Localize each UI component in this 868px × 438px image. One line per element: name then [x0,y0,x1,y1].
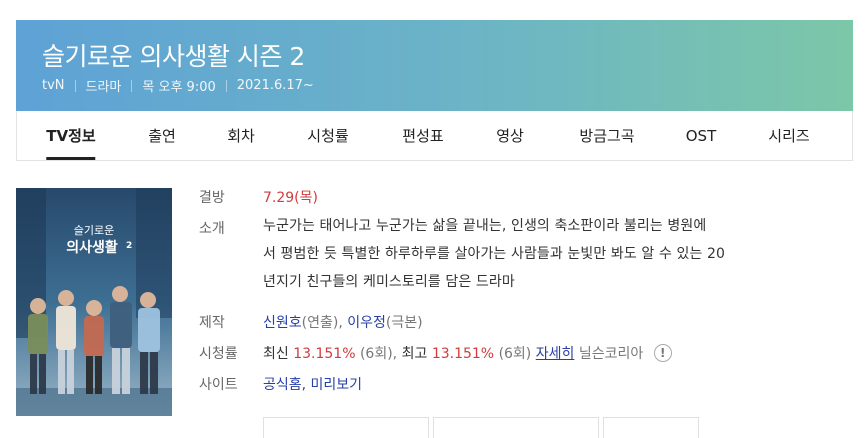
program-header: 슬기로운 의사생활 시즌 2 tvN 드라마 목 오후 9:00 2021.6.… [16,20,853,111]
program-meta: tvN 드라마 목 오후 9:00 2021.6.17~ [42,76,314,95]
ratings-latest-value: 13.151% [293,346,356,362]
bottom-button[interactable] [433,417,599,438]
tab-videos[interactable]: 영상 [496,111,524,160]
writer-role: (극본) [385,315,423,331]
poster-season-mark: 2 [126,241,132,251]
director-role: (연출), [301,315,343,331]
ratings-value: 최신 13.151% (6회), 최고 13.151% (6회) 자세히 닐슨코… [263,343,672,363]
channel-link[interactable]: tvN [42,78,65,93]
director-link[interactable]: 신원호 [263,315,302,331]
meta-divider [225,79,227,92]
poster-illustration: 슬기로운 의사생활 2 [16,188,172,416]
intro-text: 누군가는 태어나고 누군가는 삶을 끝내는, 인생의 축소판이라 불리는 병원에… [263,212,838,296]
preview-link[interactable]: 미리보기 [311,377,363,393]
production-label: 제작 [199,315,225,331]
official-site-link[interactable]: 공식홈, [263,377,306,393]
info-icon[interactable]: ! [653,343,672,362]
ratings-label: 시청률 [199,346,238,362]
bottom-button[interactable] [603,417,699,438]
tab-schedule[interactable]: 편성표 [402,111,443,160]
intro-line: 누군가는 태어나고 누군가는 삶을 끝내는, 인생의 축소판이라 불리는 병원에 [263,218,707,234]
ratings-latest-prefix: 최신 [263,346,289,362]
meta-divider [74,79,76,92]
intro-label: 소개 [199,221,225,237]
premiere-date: 2021.6.17~ [236,78,314,93]
poster-title-line1: 슬기로운 [74,224,114,237]
ratings-source: 닐슨코리아 [578,346,644,362]
program-poster[interactable]: 슬기로운 의사생활 2 [16,188,172,416]
tab-episodes[interactable]: 회차 [227,111,255,160]
airing-value: 7.29(목) [263,190,318,206]
production-value: 신원호(연출), 이우정(극본) [263,312,423,332]
intro-line: 년지기 친구들의 케미스토리를 담은 드라마 [263,274,515,290]
tab-ratings[interactable]: 시청률 [307,111,348,160]
airing-label: 결방 [199,190,225,206]
schedule-text: 목 오후 9:00 [142,80,216,95]
program-title[interactable]: 슬기로운 의사생활 시즌 2 [42,37,305,73]
tab-ost[interactable]: OST [686,111,717,160]
tab-tv-info[interactable]: TV정보 [46,111,97,160]
tab-series[interactable]: 시리즈 [768,111,809,160]
ratings-detail-link[interactable]: 자세히 [536,346,575,362]
site-value: 공식홈, 미리보기 [263,374,362,394]
site-label: 사이트 [199,377,238,393]
tab-just-song[interactable]: 방금그곡 [579,111,634,160]
bottom-button[interactable] [263,417,429,438]
intro-line: 서 평범한 듯 특별한 하루하루를 살아가는 사람들과 눈빛만 봐도 알 수 있… [263,246,726,262]
tab-cast[interactable]: 출연 [148,111,176,160]
program-tabs: TV정보 출연 회차 시청률 편성표 영상 방금그곡 OST 시리즈 [16,111,853,161]
ratings-max-prefix: 최고 [401,346,428,362]
meta-divider [131,79,133,92]
ratings-max-value: 13.151% [431,346,495,362]
ratings-latest-episode: (6회), [359,346,398,362]
genre-text: 드라마 [85,80,122,95]
ratings-max-episode: (6회) [498,346,532,362]
writer-link[interactable]: 이우정 [347,315,386,331]
poster-title-line2: 의사생활 [66,239,118,256]
